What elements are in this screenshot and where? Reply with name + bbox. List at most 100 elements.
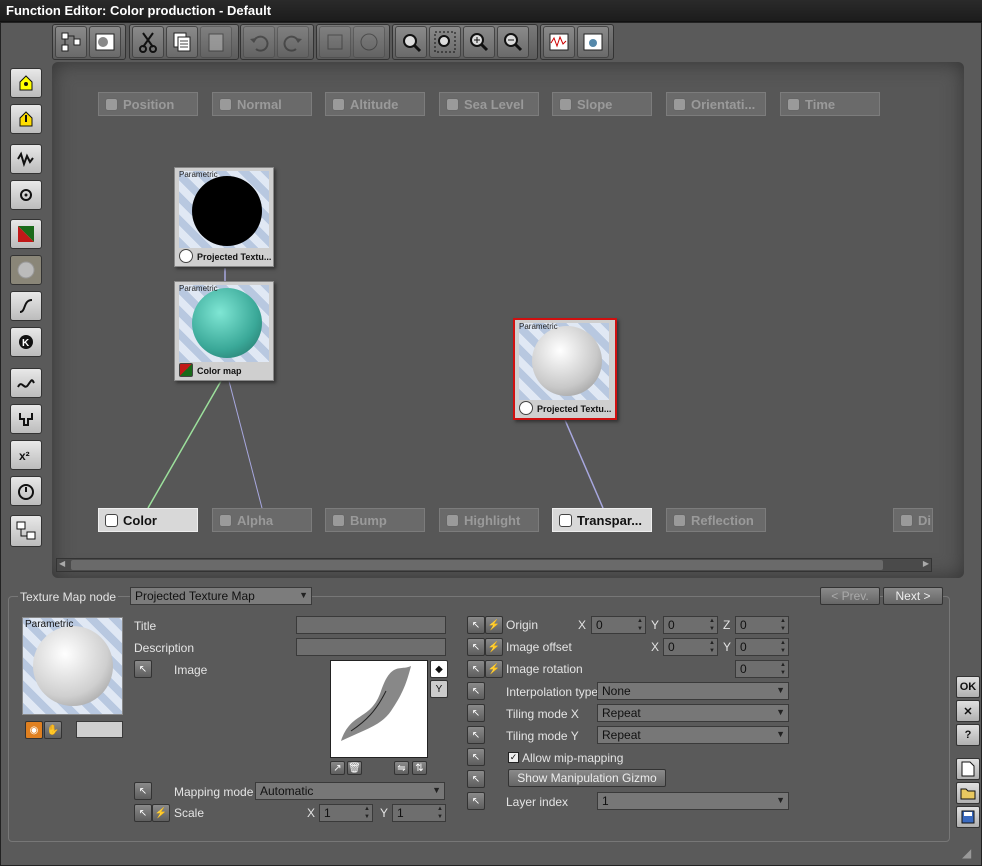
input-bar-label: Sea Level — [464, 96, 524, 112]
origin-x-field[interactable]: 0 — [591, 616, 646, 634]
gizmo-keyframe-icon[interactable]: ↖ — [467, 770, 485, 788]
description-label: Description — [134, 641, 195, 655]
tiley-keyframe-icon[interactable]: ↖ — [467, 726, 485, 744]
tiling-x-select[interactable]: Repeat — [597, 704, 789, 722]
save-icon[interactable] — [956, 806, 980, 828]
node-projected-texture-2[interactable]: Parametric Projected Textu... — [513, 318, 617, 420]
mapping-mode-select[interactable]: Automatic — [255, 782, 445, 800]
input-pin-icon — [219, 97, 232, 111]
next-button[interactable]: Next > — [883, 587, 943, 605]
texture-node-icon — [179, 249, 193, 263]
input-bar-label: Slope — [577, 96, 613, 112]
origin-y-axis: Y — [651, 618, 660, 632]
image-thumbnail[interactable] — [330, 660, 428, 758]
image-color-icon[interactable]: ◆ — [430, 660, 448, 678]
offset-y-axis: Y — [723, 640, 732, 654]
ok-button[interactable]: OK — [956, 676, 980, 698]
color-node-icon — [179, 363, 193, 377]
output-bar-label: Alpha — [237, 512, 274, 528]
input-bar-time[interactable]: Time — [780, 92, 880, 116]
node-color-map[interactable]: Parametric Color map — [174, 281, 274, 381]
mip-keyframe-icon[interactable]: ↖ — [467, 748, 485, 766]
output-bar-highlight[interactable]: Highlight — [439, 508, 539, 532]
output-bar-reflection[interactable]: Reflection — [666, 508, 766, 532]
rotation-field[interactable]: 0 — [735, 660, 789, 678]
output-bar-alpha[interactable]: Alpha — [212, 508, 312, 532]
image-flip-v-icon[interactable]: ⇅ — [412, 761, 427, 775]
node-kind-label: Texture Map node — [18, 590, 119, 604]
scrollbar-thumb[interactable] — [71, 560, 883, 570]
mapping-label: Mapping mode — [174, 785, 254, 799]
tilex-keyframe-icon[interactable]: ↖ — [467, 704, 485, 722]
open-folder-icon[interactable] — [956, 782, 980, 804]
output-pin-icon — [105, 513, 118, 527]
scale-y-axis: Y — [380, 806, 389, 820]
node-kind-select[interactable]: Projected Texture Map — [130, 587, 312, 605]
output-bar-color[interactable]: Color — [98, 508, 198, 532]
offset-link-icon[interactable]: ⚡ — [485, 638, 503, 656]
origin-z-field[interactable]: 0 — [735, 616, 789, 634]
mip-checkbox[interactable]: ✓ — [508, 752, 519, 763]
image-flip-h-icon[interactable]: ⇋ — [394, 761, 409, 775]
image-load-icon[interactable]: ↗ — [330, 761, 345, 775]
scale-keyframe-icon[interactable]: ↖ — [134, 804, 152, 822]
origin-keyframe-icon[interactable]: ↖ — [467, 616, 485, 634]
rotation-keyframe-icon[interactable]: ↖ — [467, 660, 485, 678]
description-field[interactable] — [296, 638, 446, 656]
input-bar-label: Normal — [237, 96, 282, 112]
show-gizmo-button[interactable]: Show Manipulation Gizmo — [508, 769, 666, 787]
preview-lighting-icon[interactable]: ✋ — [44, 721, 62, 739]
mip-label: Allow mip-mapping — [522, 751, 624, 765]
help-button[interactable]: ? — [956, 724, 980, 746]
cancel-button[interactable]: ✕ — [956, 700, 980, 722]
output-bar-transpar[interactable]: Transpar... — [552, 508, 652, 532]
scale-link-icon[interactable]: ⚡ — [152, 804, 170, 822]
scale-y-field[interactable]: 1 — [392, 804, 446, 822]
offset-keyframe-icon[interactable]: ↖ — [467, 638, 485, 656]
image-filter-icon[interactable]: Y — [430, 680, 448, 698]
scroll-right-icon[interactable]: ▶ — [923, 559, 929, 568]
input-bar-normal[interactable]: Normal — [212, 92, 312, 116]
layer-keyframe-icon[interactable]: ↖ — [467, 792, 485, 810]
tiling-y-select[interactable]: Repeat — [597, 726, 789, 744]
layer-index-select[interactable]: 1 — [597, 792, 789, 810]
output-bar-di[interactable]: Di — [893, 508, 933, 532]
origin-z-axis: Z — [723, 618, 731, 632]
image-delete-icon[interactable]: 🗑 — [347, 761, 362, 775]
interpolation-select[interactable]: None — [597, 682, 789, 700]
input-bar-position[interactable]: Position — [98, 92, 198, 116]
resize-grip-icon[interactable]: ◢ — [962, 846, 971, 860]
node-preview: Parametric — [22, 617, 123, 715]
mapping-keyframe-icon[interactable]: ↖ — [134, 782, 152, 800]
input-bar-orientati[interactable]: Orientati... — [666, 92, 766, 116]
title-field[interactable] — [296, 616, 446, 634]
origin-y-field[interactable]: 0 — [663, 616, 718, 634]
node-projected-texture-1[interactable]: Parametric Projected Textu... — [174, 167, 274, 267]
input-bar-altitude[interactable]: Altitude — [325, 92, 425, 116]
offset-x-field[interactable]: 0 — [663, 638, 718, 656]
offset-x-axis: X — [651, 640, 660, 654]
scroll-left-icon[interactable]: ◀ — [59, 559, 65, 568]
image-keyframe-icon[interactable]: ↖ — [134, 660, 152, 678]
scale-x-field[interactable]: 1 — [319, 804, 373, 822]
layer-label: Layer index — [506, 795, 569, 809]
tilex-label: Tiling mode X — [506, 707, 579, 721]
output-bar-bump[interactable]: Bump — [325, 508, 425, 532]
new-document-icon[interactable] — [956, 758, 980, 780]
input-bar-label: Orientati... — [691, 96, 756, 112]
rotation-link-icon[interactable]: ⚡ — [485, 660, 503, 678]
preview-options-icon[interactable]: ◉ — [25, 721, 43, 739]
output-bar-label: Reflection — [691, 512, 754, 528]
origin-link-icon[interactable]: ⚡ — [485, 616, 503, 634]
input-bar-slope[interactable]: Slope — [552, 92, 652, 116]
input-bar-sea-level[interactable]: Sea Level — [439, 92, 539, 116]
preview-swatch[interactable] — [76, 721, 123, 738]
input-pin-icon — [787, 97, 800, 111]
output-pin-icon — [900, 513, 913, 527]
title-label: Title — [134, 619, 157, 633]
prev-button[interactable]: < Prev. — [820, 587, 880, 605]
graph-horizontal-scrollbar[interactable]: ◀ ▶ — [56, 558, 932, 572]
input-pin-icon — [673, 97, 686, 111]
interp-keyframe-icon[interactable]: ↖ — [467, 682, 485, 700]
offset-y-field[interactable]: 0 — [735, 638, 789, 656]
